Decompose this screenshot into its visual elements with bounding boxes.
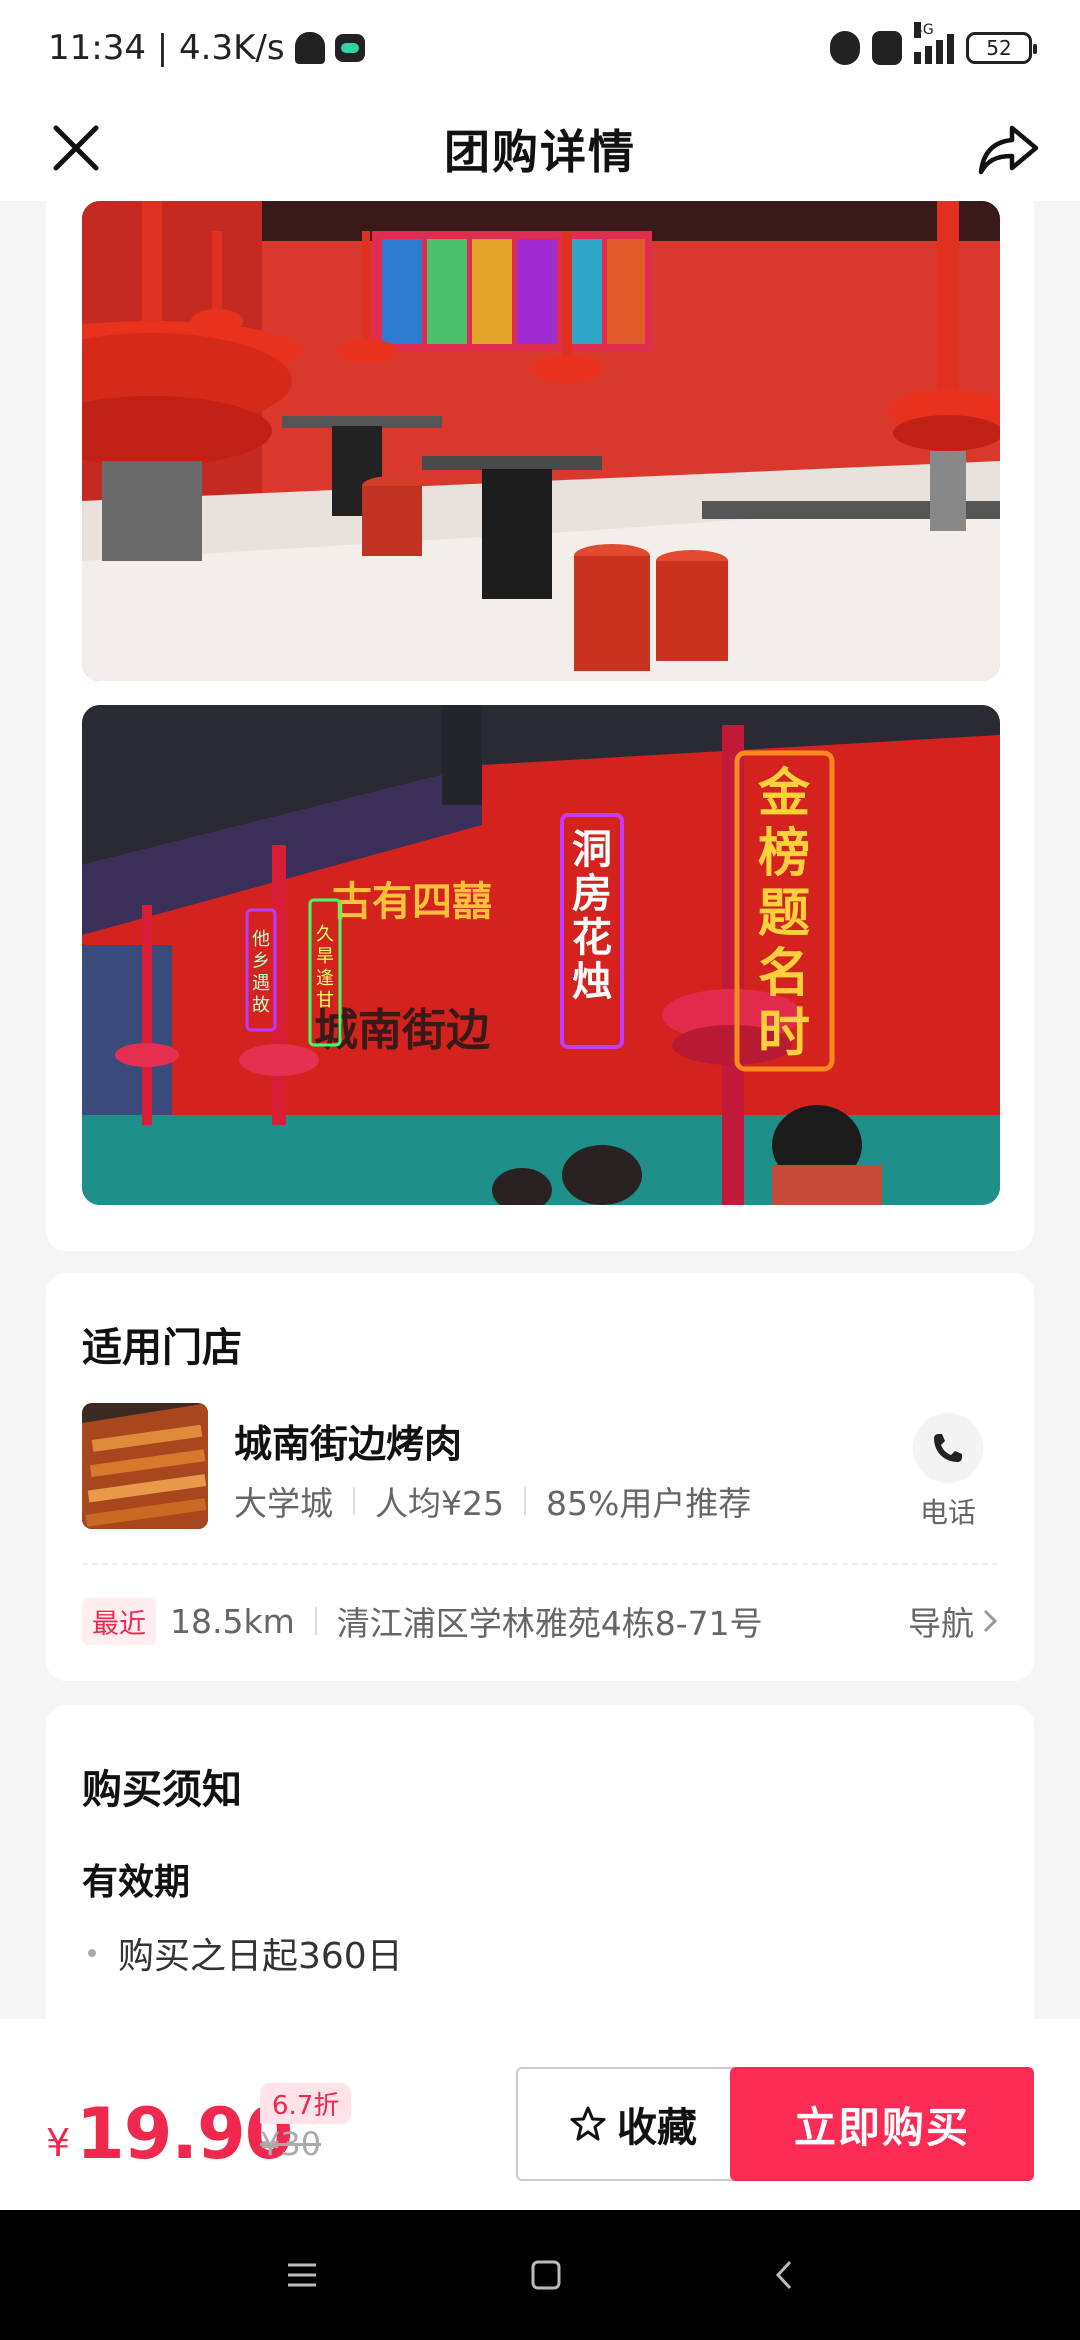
- currency-symbol: ¥: [46, 2121, 71, 2165]
- nav-header: 团购详情: [0, 96, 1080, 201]
- sim-icon: [872, 31, 902, 65]
- neon-small-sign: 他乡遇故: [252, 929, 270, 1016]
- bottom-action-bar: ¥ 19.90 6.7折 ¥30 收藏 立即购买: [0, 2019, 1080, 2210]
- validity-text: 购买之日起360日: [118, 1936, 403, 1977]
- close-button[interactable]: [44, 116, 108, 180]
- store-avg-price: 人均¥25: [375, 1484, 504, 1523]
- original-price: ¥30: [260, 2125, 322, 2163]
- back-icon[interactable]: [773, 2258, 795, 2292]
- neon-sign-char: 金榜题名时: [757, 764, 811, 1064]
- network-type: 4G: [914, 22, 934, 38]
- store-photo-1[interactable]: [82, 201, 1000, 681]
- status-right: 4G 52: [830, 22, 1037, 65]
- navigation-label: 导航: [908, 1604, 974, 1643]
- grilled-meat-image: [82, 1403, 208, 1529]
- favorite-button[interactable]: 收藏: [516, 2067, 750, 2181]
- neon-small-sign: 久旱逢甘: [316, 924, 334, 1011]
- page-title: 团购详情: [444, 124, 636, 179]
- close-icon: [53, 125, 99, 171]
- menu-icon[interactable]: [285, 2260, 319, 2290]
- store-name[interactable]: 城南街边烤肉: [234, 1413, 462, 1468]
- divider: [353, 1487, 355, 1515]
- home-icon[interactable]: [529, 2258, 563, 2292]
- signal-icon: 4G: [914, 22, 954, 64]
- bell-icon: [294, 32, 325, 64]
- neon-arc-sign: 古有四囍: [332, 879, 492, 925]
- restaurant-interior-image: [82, 201, 1000, 681]
- store-meta: 大学城 人均¥25 85%用户推荐: [234, 1477, 751, 1525]
- divider: [524, 1487, 526, 1515]
- status-time: 11:34 | 4.3K/s: [48, 28, 285, 68]
- store-card: 适用门店 城南街边烤肉 大学城 人均¥25 85%用户推荐 电话 最近 18.5…: [46, 1273, 1034, 1681]
- photo-card: 金榜题名时 洞房花烛 古有四囍 城南街边 他乡遇故 久旱逢甘: [46, 201, 1034, 1251]
- share-icon: [978, 125, 1039, 175]
- store-thumbnail[interactable]: [82, 1403, 208, 1529]
- chat-app-icon: [334, 34, 365, 62]
- star-icon: [570, 2106, 606, 2141]
- store-section-title: 适用门店: [82, 1325, 242, 1371]
- store-photo-2[interactable]: 金榜题名时 洞房花烛 古有四囍 城南街边 他乡遇故 久旱逢甘: [82, 705, 1000, 1205]
- buy-now-button[interactable]: 立即购买: [730, 2067, 1034, 2181]
- bluetooth-icon: [830, 31, 860, 65]
- status-left: 11:34 | 4.3K/s: [48, 28, 365, 68]
- store-distance: 18.5km: [170, 1601, 295, 1641]
- bullet-dot: [88, 1949, 96, 1957]
- store-recommend-rate: 85%用户推荐: [546, 1484, 752, 1523]
- battery-icon: 52: [966, 32, 1037, 64]
- phone-icon-wrap: [913, 1413, 983, 1483]
- divider-dashed: [82, 1563, 998, 1565]
- purchase-notice-card: 购买须知 有效期 购买之日起360日: [46, 1705, 1034, 2019]
- battery-level: 52: [986, 36, 1012, 60]
- discount-badge: 6.7折: [260, 2083, 352, 2124]
- phone-button[interactable]: 电话: [898, 1413, 998, 1533]
- system-nav-bar: [0, 2210, 1080, 2340]
- neon-sign-char: 洞房花烛: [572, 827, 612, 1005]
- share-button[interactable]: [974, 114, 1044, 184]
- notice-section-title: 购买须知: [82, 1767, 242, 1813]
- status-bar: 11:34 | 4.3K/s 4G 52: [0, 0, 1080, 96]
- neon-wall-image: 金榜题名时 洞房花烛 古有四囍 城南街边 他乡遇故 久旱逢甘: [82, 705, 1000, 1205]
- store-address: 清江浦区学林雅苑4栋8-71号: [336, 1604, 763, 1643]
- address-row[interactable]: 最近 18.5km 清江浦区学林雅苑4栋8-71号 导航: [82, 1591, 998, 1651]
- chevron-right-icon: [983, 1609, 998, 1633]
- content-scroll[interactable]: 金榜题名时 洞房花烛 古有四囍 城南街边 他乡遇故 久旱逢甘 适用门店 城南街边…: [0, 201, 1080, 2019]
- favorite-label: 收藏: [617, 2105, 697, 2151]
- phone-label: 电话: [919, 1496, 976, 1529]
- divider: [314, 1607, 317, 1635]
- store-area: 大学城: [234, 1484, 333, 1523]
- nearest-tag: 最近: [82, 1597, 156, 1645]
- phone-icon: [934, 1434, 962, 1462]
- validity-title: 有效期: [82, 1862, 191, 1903]
- validity-item: 购买之日起360日: [82, 1927, 403, 1979]
- navigation-link[interactable]: 导航: [908, 1597, 998, 1645]
